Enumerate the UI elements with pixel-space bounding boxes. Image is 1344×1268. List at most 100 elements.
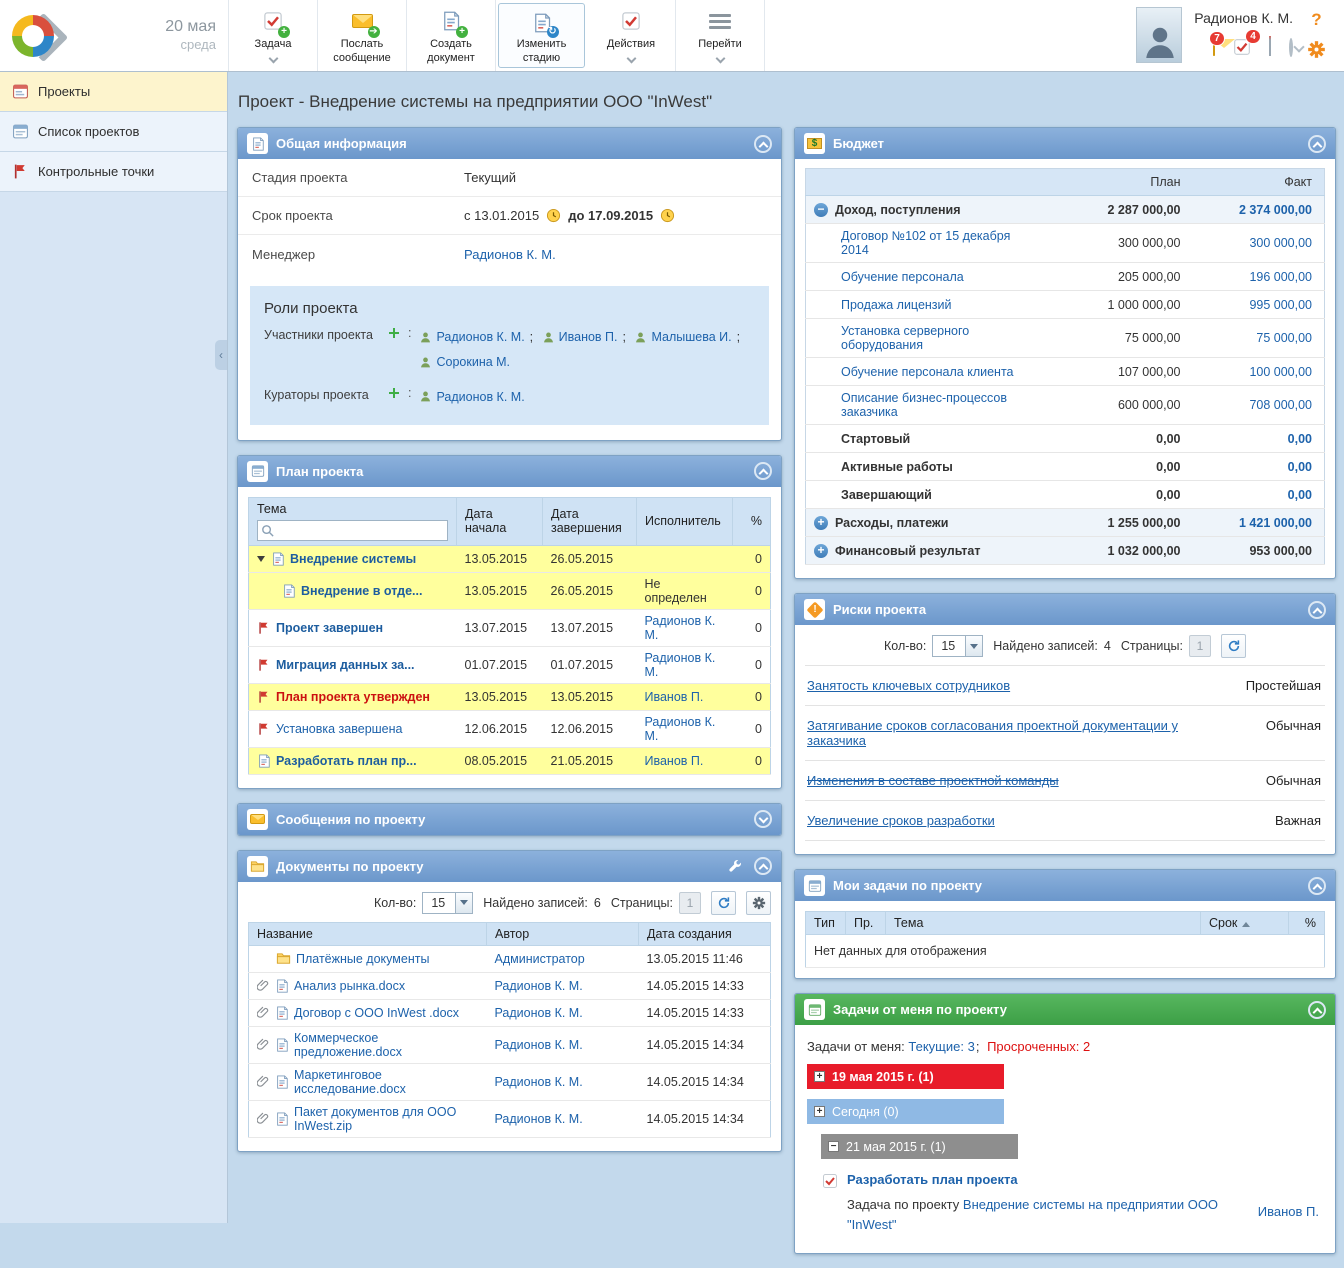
user-name[interactable]: Радионов К. М.	[1194, 10, 1293, 26]
toolbar-create-document-button[interactable]: + Создать документ	[407, 0, 496, 71]
collapse-node-icon[interactable]	[814, 203, 828, 217]
task-title-link[interactable]: Разработать план проекта	[847, 1172, 1018, 1187]
docs-col-created[interactable]: Дата создания	[639, 922, 771, 945]
document-row[interactable]: Анализ рынка.docx Радионов К. М. 14.05.2…	[249, 972, 771, 999]
budget-row[interactable]: Продажа лицензий 1 000 000,00 995 000,00	[806, 291, 1325, 319]
collapse-group-icon[interactable]: −	[828, 1141, 839, 1152]
page-number-button[interactable]: 1	[1189, 635, 1211, 657]
expand-node-icon[interactable]	[814, 544, 828, 558]
budget-row[interactable]: Обучение персонала 205 000,00 196 000,00	[806, 263, 1325, 291]
toolbar-change-stage-button[interactable]: ↻ Изменить стадию	[498, 3, 585, 68]
document-row[interactable]: Договор с ООО InWest .docx Радионов К. М…	[249, 999, 771, 1026]
budget-row[interactable]: Установка серверного оборудования 75 000…	[806, 319, 1325, 358]
document-row[interactable]: Пакет документов для ООО InWest.zip Ради…	[249, 1100, 771, 1137]
collapse-button[interactable]	[754, 462, 772, 480]
plan-col-executor[interactable]: Исполнитель	[637, 497, 733, 545]
toolbar-go-button[interactable]: Перейти	[676, 0, 765, 71]
refresh-button[interactable]	[1221, 634, 1246, 658]
paperclip-icon[interactable]	[257, 1075, 270, 1088]
mytasks-col-priority[interactable]: Пр.	[846, 912, 886, 935]
plan-col-end[interactable]: Дата завершения	[543, 497, 637, 545]
plan-row[interactable]: Миграция данных за... 01.07.2015 01.07.2…	[249, 646, 771, 683]
calendar-icon[interactable]	[1269, 40, 1271, 55]
toolbar-task-button[interactable]: + Задача	[229, 0, 318, 71]
clock-icon[interactable]	[660, 208, 675, 223]
collapse-button[interactable]	[1308, 601, 1326, 619]
budget-row[interactable]: Завершающий 0,00 0,00	[806, 481, 1325, 509]
expand-button[interactable]	[754, 810, 772, 828]
risk-row[interactable]: Занятость ключевых сотрудников Простейша…	[805, 666, 1325, 706]
tasks-icon[interactable]: 4	[1233, 38, 1251, 56]
budget-row[interactable]: Стартовый 0,00 0,00	[806, 425, 1325, 453]
current-tasks-link[interactable]: Текущие: 3	[908, 1039, 974, 1054]
collapse-button[interactable]	[1308, 877, 1326, 895]
budget-row[interactable]: Финансовый результат 1 032 000,00 953 00…	[806, 537, 1325, 565]
document-row[interactable]: Коммерческое предложение.docx Радионов К…	[249, 1026, 771, 1063]
grid-settings-button[interactable]	[746, 891, 771, 915]
expand-group-icon[interactable]: +	[814, 1106, 825, 1117]
risk-row[interactable]: Затягивание сроков согласования проектно…	[805, 706, 1325, 761]
task-item[interactable]: Разработать план проекта Задача по проек…	[822, 1172, 1323, 1235]
collapse-button[interactable]	[1308, 1001, 1326, 1019]
help-button[interactable]: ?	[1311, 10, 1321, 30]
sidebar-item-projects[interactable]: Проекты	[0, 72, 227, 112]
plan-row[interactable]: Проект завершен 13.07.2015 13.07.2015 Ра…	[249, 609, 771, 646]
expand-group-icon[interactable]: +	[814, 1071, 825, 1082]
document-row[interactable]: Платёжные документы Администратор 13.05.…	[249, 945, 771, 972]
page-size-select[interactable]: 15	[422, 892, 473, 914]
page-size-select[interactable]: 15	[932, 635, 983, 657]
app-logo[interactable]	[10, 11, 66, 61]
toolbar-actions-button[interactable]: Действия	[587, 0, 676, 71]
dropdown-chevron-icon[interactable]	[1289, 40, 1293, 55]
mail-badge[interactable]: 7	[1209, 31, 1225, 46]
budget-row[interactable]: Договор №102 от 15 декабря 2014 300 000,…	[806, 224, 1325, 263]
budget-row[interactable]: Активные работы 0,00 0,00	[806, 453, 1325, 481]
plan-row[interactable]: Установка завершена 12.06.2015 12.06.201…	[249, 710, 771, 747]
collapse-button[interactable]	[754, 135, 772, 153]
toolbar-send-message-button[interactable]: ➔ Послать сообщение	[318, 0, 407, 71]
task-group-overdue[interactable]: + 19 мая 2015 г. (1)	[807, 1064, 1004, 1089]
risk-row[interactable]: Изменения в составе проектной команды Об…	[805, 761, 1325, 801]
plan-row[interactable]: Внедрение системы 13.05.2015 26.05.2015 …	[249, 545, 771, 572]
plan-col-percent[interactable]: %	[733, 497, 771, 545]
plan-row[interactable]: Разработать план пр... 08.05.2015 21.05.…	[249, 747, 771, 774]
add-participant-icon[interactable]	[388, 327, 400, 339]
task-assignee-link[interactable]: Иванов П.	[1258, 1172, 1323, 1235]
document-row[interactable]: Маркетинговое исследование.docx Радионов…	[249, 1063, 771, 1100]
sidebar-item-project-list[interactable]: Список проектов	[0, 112, 227, 152]
docs-col-name[interactable]: Название	[249, 922, 487, 945]
expand-node-icon[interactable]	[814, 516, 828, 530]
plan-row[interactable]: Внедрение в отде... 13.05.2015 26.05.201…	[249, 572, 771, 609]
paperclip-icon[interactable]	[257, 1006, 270, 1019]
expand-triangle-icon[interactable]	[257, 556, 265, 566]
risk-row[interactable]: Увеличение сроков разработки Важная	[805, 801, 1325, 841]
mytasks-col-percent[interactable]: %	[1289, 912, 1325, 935]
add-curator-icon[interactable]	[388, 387, 400, 399]
paperclip-icon[interactable]	[257, 1038, 270, 1051]
plan-col-start[interactable]: Дата начала	[457, 497, 543, 545]
paperclip-icon[interactable]	[257, 979, 270, 992]
manager-link[interactable]: Радионов К. М.	[464, 247, 556, 262]
page-number-button[interactable]: 1	[679, 892, 701, 914]
budget-row[interactable]: Обучение персонала клиента 107 000,00 10…	[806, 358, 1325, 386]
task-group-upcoming[interactable]: − 21 мая 2015 г. (1)	[821, 1134, 1018, 1159]
paperclip-icon[interactable]	[257, 1112, 270, 1125]
collapse-button[interactable]	[1308, 135, 1326, 153]
mytasks-col-type[interactable]: Тип	[806, 912, 846, 935]
wrench-icon[interactable]	[728, 859, 742, 873]
plan-search-input[interactable]	[257, 520, 448, 541]
plan-row[interactable]: План проекта утвержден 13.05.2015 13.05.…	[249, 683, 771, 710]
sidebar-collapse-handle[interactable]: ‹	[215, 340, 227, 370]
clock-icon[interactable]	[546, 208, 561, 223]
refresh-button[interactable]	[711, 891, 736, 915]
sidebar-item-milestones[interactable]: Контрольные точки	[0, 152, 227, 192]
task-group-today[interactable]: + Сегодня (0)	[807, 1099, 1004, 1124]
mytasks-col-topic[interactable]: Тема	[886, 912, 1201, 935]
settings-gear-icon[interactable]	[1307, 40, 1326, 59]
budget-row[interactable]: Доход, поступления 2 287 000,00 2 374 00…	[806, 196, 1325, 224]
budget-row[interactable]: Описание бизнес-процессов заказчика 600 …	[806, 386, 1325, 425]
mytasks-col-due[interactable]: Срок	[1201, 912, 1289, 935]
budget-row[interactable]: Расходы, платежи 1 255 000,00 1 421 000,…	[806, 509, 1325, 537]
docs-col-author[interactable]: Автор	[487, 922, 639, 945]
notification-badge[interactable]: 4	[1245, 29, 1261, 44]
